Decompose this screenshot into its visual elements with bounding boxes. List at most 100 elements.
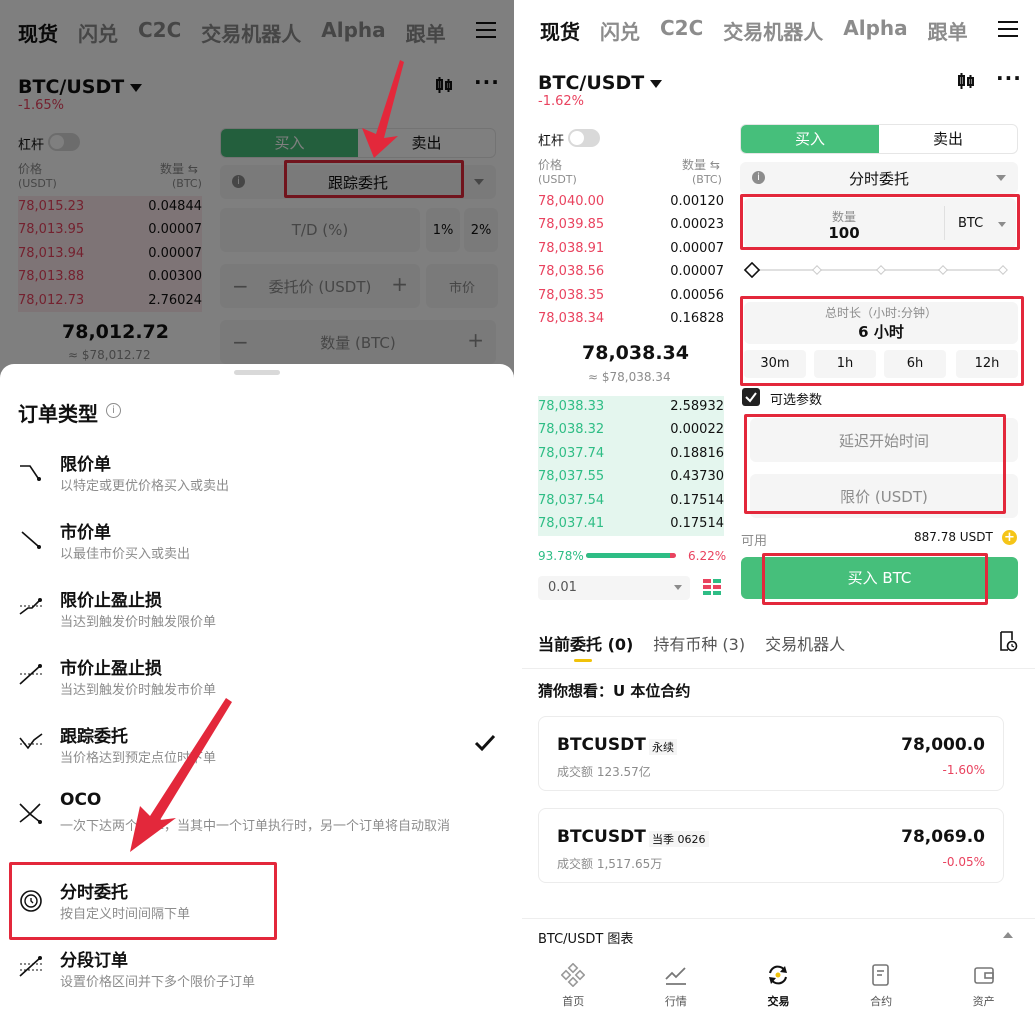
- sell-tab[interactable]: 卖出: [879, 125, 1017, 153]
- bottom-assets-label: 资产: [972, 995, 995, 1008]
- orderbook-row[interactable]: 78,037.74 0.18816: [538, 442, 724, 465]
- row-qty: 0.00120: [670, 194, 724, 209]
- available-value: 887.78 USDT: [914, 530, 993, 544]
- bid-percent: 93.78%: [538, 549, 584, 563]
- row-price: 78,037.74: [538, 445, 605, 461]
- bottom-assets[interactable]: 资产: [944, 955, 1024, 1026]
- chevron-down-icon: [674, 585, 682, 590]
- buy-tab[interactable]: 买入: [741, 125, 879, 153]
- qty-slider[interactable]: [742, 262, 1012, 278]
- last-price: 78,038.34: [582, 342, 689, 364]
- col-qty[interactable]: 数量 ⇆: [682, 156, 720, 173]
- contract-card[interactable]: BTCUSDT 当季 0626 成交额 1,517.65万 78,069.0 -…: [538, 808, 1004, 883]
- optional-params-label: 可选参数: [770, 393, 823, 408]
- menu-icon[interactable]: [998, 21, 1018, 37]
- tab-open-orders[interactable]: 当前委托 (0): [538, 631, 633, 655]
- orderbook-row[interactable]: 78,037.41 0.17514: [538, 512, 724, 535]
- recommend-title: 猜你想看：U 本位合约: [538, 682, 691, 700]
- wallet-icon: [973, 967, 994, 984]
- precision-value: 0.01: [548, 580, 577, 595]
- futures-doc-icon: [872, 964, 889, 986]
- orderbook-layout-icon[interactable]: [702, 578, 722, 598]
- orderbook-row[interactable]: 78,037.54 0.17514: [538, 489, 724, 512]
- order-type-select[interactable]: i 分时委托: [740, 162, 1018, 194]
- highlight-box: [740, 296, 1024, 386]
- optional-params-checkbox[interactable]: [742, 388, 760, 406]
- col-qty-unit: (BTC): [692, 173, 722, 186]
- more-icon[interactable]: ···: [996, 66, 1022, 90]
- nav-copy[interactable]: 跟单: [928, 16, 968, 45]
- row-qty: 0.00023: [670, 217, 724, 233]
- card-change: -1.60%: [942, 763, 985, 777]
- add-funds-icon[interactable]: +: [1002, 530, 1017, 545]
- chevron-down-icon: [996, 175, 1006, 181]
- bottom-markets[interactable]: 行情: [636, 955, 716, 1026]
- candlestick-icon[interactable]: [956, 71, 976, 91]
- caret-down-icon: [650, 79, 663, 88]
- orderbook-row[interactable]: 78,040.00 0.00120: [538, 190, 724, 213]
- bottom-trade[interactable]: 交易: [738, 955, 818, 1026]
- bottom-home[interactable]: 首页: [533, 955, 613, 1026]
- orderbook-row[interactable]: 78,038.35 0.00056: [538, 284, 724, 307]
- row-price: 78,037.41: [538, 516, 605, 531]
- highlight-box: [744, 414, 1006, 514]
- row-price: 78,038.34: [538, 311, 605, 326]
- row-price: 78,037.55: [538, 469, 605, 485]
- row-price: 78,037.54: [538, 492, 605, 508]
- orderbook-row[interactable]: 78,038.33 2.58932: [538, 395, 724, 418]
- pair-change: -1.62%: [538, 94, 584, 109]
- check-icon: [745, 392, 757, 403]
- row-price: 78,038.32: [538, 422, 605, 438]
- row-price: 78,038.35: [538, 287, 605, 303]
- pair-selector[interactable]: BTC/USDT: [538, 72, 663, 94]
- row-qty: 0.17514: [670, 516, 724, 531]
- info-icon: i: [752, 171, 765, 184]
- orderbook-row[interactable]: 78,038.56 0.00007: [538, 260, 724, 283]
- bottom-home-label: 首页: [562, 995, 585, 1008]
- bottom-futures-label: 合约: [870, 995, 893, 1008]
- col-price-unit: (USDT): [538, 173, 577, 186]
- orderbook-row[interactable]: 78,038.91 0.00007: [538, 237, 724, 260]
- card-symbol: BTCUSDT: [557, 827, 646, 847]
- bottom-futures[interactable]: 合约: [841, 955, 921, 1026]
- bottom-trade-label: 交易: [767, 995, 790, 1008]
- arrow-down-icon: [362, 60, 404, 158]
- orderbook-row[interactable]: 78,037.55 0.43730: [538, 465, 724, 488]
- nav-alpha[interactable]: Alpha: [843, 16, 907, 45]
- orderbook-row[interactable]: 78,038.32 0.00022: [538, 418, 724, 441]
- bid-ask-ratio-bar: [586, 553, 676, 558]
- right-screen: 现货 闪兑 C2C 交易机器人 Alpha 跟单 BTC/USDT -1.62%…: [522, 0, 1035, 1026]
- leverage-toggle[interactable]: [568, 129, 600, 147]
- nav-c2c[interactable]: C2C: [660, 16, 703, 45]
- top-nav: 现货 闪兑 C2C 交易机器人 Alpha 跟单: [540, 16, 968, 45]
- row-qty: 0.00007: [670, 240, 724, 256]
- row-price: 78,039.85: [538, 217, 605, 233]
- tab-bots[interactable]: 交易机器人: [765, 631, 845, 655]
- nav-flash[interactable]: 闪兑: [600, 16, 640, 45]
- row-qty: 0.43730: [670, 469, 724, 485]
- row-price: 78,040.00: [538, 194, 605, 209]
- available-label: 可用: [741, 534, 768, 549]
- orderbook-row[interactable]: 78,038.34 0.16828: [538, 307, 724, 330]
- card-price: 78,000.0: [901, 735, 985, 755]
- bottom-nav: 首页 行情 交易 合约 资产: [522, 955, 1035, 1026]
- precision-select[interactable]: 0.01: [538, 576, 690, 600]
- tab-holdings[interactable]: 持有币种 (3): [653, 631, 745, 655]
- order-history-icon[interactable]: [998, 630, 1018, 652]
- bid-ratio-fill: [586, 553, 671, 558]
- row-qty: 0.00056: [670, 287, 724, 303]
- nav-spot[interactable]: 现货: [540, 16, 580, 45]
- nav-bot[interactable]: 交易机器人: [723, 16, 823, 45]
- card-price: 78,069.0: [901, 827, 985, 847]
- ask-percent: 6.22%: [688, 549, 727, 563]
- chart-bar-label[interactable]: BTC/USDT 图表: [538, 928, 633, 947]
- home-logo-icon: [561, 963, 586, 987]
- leverage-label: 杠杆: [538, 134, 565, 149]
- col-price: 价格: [538, 158, 563, 172]
- orderbook-row[interactable]: 78,039.85 0.00023: [538, 213, 724, 236]
- card-tag: 当季 0626: [649, 831, 709, 847]
- tab-indicator: [574, 659, 592, 662]
- contract-card[interactable]: BTCUSDT 永续 成交额 123.57亿 78,000.0 -1.60%: [538, 716, 1004, 791]
- card-tag: 永续: [649, 739, 677, 755]
- chevron-up-icon[interactable]: [1003, 932, 1013, 938]
